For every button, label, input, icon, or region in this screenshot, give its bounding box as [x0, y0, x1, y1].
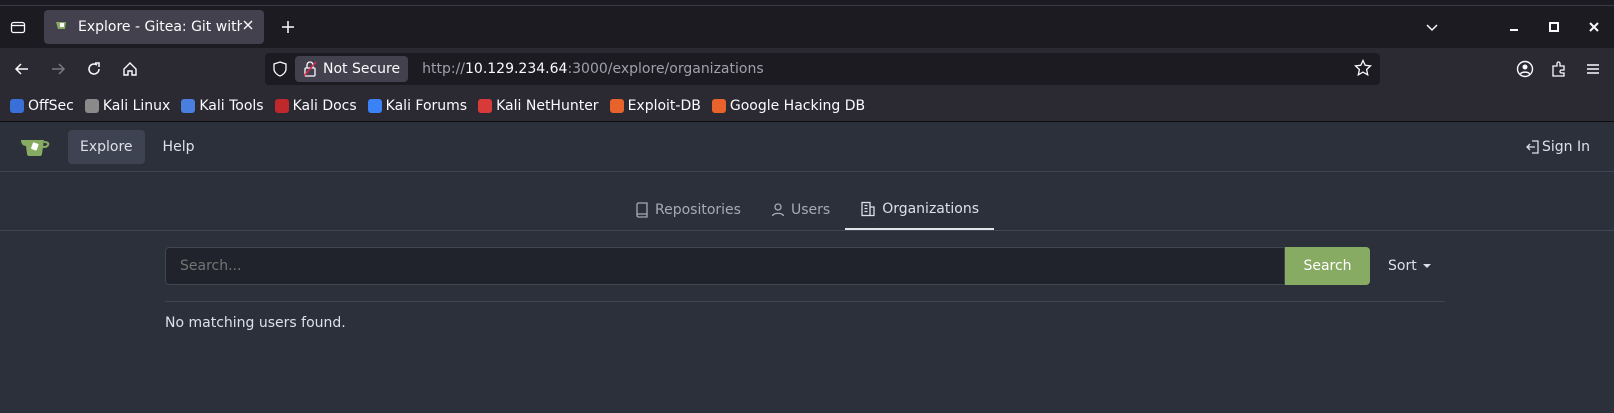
sort-label: Sort	[1388, 258, 1417, 274]
extensions-icon[interactable]	[1542, 53, 1576, 85]
toolbar-right	[1508, 53, 1614, 85]
browser-tab-bar: Explore - Gitea: Git with a	[0, 6, 1614, 48]
close-window-icon[interactable]	[1578, 11, 1610, 43]
tab-close-icon[interactable]	[242, 19, 254, 35]
empty-results-message: No matching users found.	[165, 315, 346, 331]
gitea-favicon-icon	[54, 17, 70, 37]
search-row: Search	[165, 247, 1370, 285]
tab-overflow-chevron-icon[interactable]	[1416, 11, 1448, 43]
tab-organizations-label: Organizations	[882, 201, 979, 217]
tab-repositories[interactable]: Repositories	[620, 190, 756, 230]
bookmark-kali-forums[interactable]: Kali Forums	[367, 97, 468, 114]
person-icon	[771, 203, 785, 217]
url-text[interactable]: http://10.129.234.64:3000/explore/organi…	[422, 61, 764, 77]
reload-icon[interactable]	[78, 53, 110, 85]
nav-explore[interactable]: Explore	[68, 129, 145, 164]
bookmark-label: Google Hacking DB	[729, 97, 866, 114]
search-button[interactable]: Search	[1285, 247, 1370, 285]
insecure-lock-icon	[303, 61, 317, 77]
window-controls	[1408, 6, 1614, 48]
kali-docs-icon	[274, 98, 289, 113]
tab-users[interactable]: Users	[756, 190, 845, 230]
minimize-icon[interactable]	[1498, 11, 1530, 43]
bookmark-label: Kali Docs	[292, 97, 357, 114]
organization-icon	[861, 201, 875, 217]
exploit-db-icon	[609, 98, 624, 113]
bookmark-label: Kali Linux	[102, 97, 171, 114]
kali-forums-icon	[367, 98, 382, 113]
sign-in-icon	[1526, 139, 1540, 155]
bookmark-kali-tools[interactable]: Kali Tools	[181, 97, 264, 114]
gitea-navbar: Explore Help Sign In	[0, 122, 1614, 172]
bookmark-google-hacking-db[interactable]: Google Hacking DB	[711, 97, 866, 114]
bookmark-kali-linux[interactable]: Kali Linux	[84, 97, 171, 114]
new-tab-icon[interactable]	[272, 11, 304, 43]
nethunter-icon	[478, 98, 493, 113]
url-path: :3000/explore/organizations	[567, 61, 764, 77]
kali-tools-icon	[181, 98, 196, 113]
offsec-icon	[10, 98, 24, 113]
url-bar[interactable]: Not Secure http://10.129.234.64:3000/exp…	[265, 53, 1380, 85]
tab-organizations[interactable]: Organizations	[845, 190, 994, 230]
bookmark-label: Exploit-DB	[627, 97, 701, 114]
bookmark-kali-docs[interactable]: Kali Docs	[274, 97, 357, 114]
browser-nav-bar: Not Secure http://10.129.234.64:3000/exp…	[0, 48, 1614, 90]
bookmark-exploit-db[interactable]: Exploit-DB	[609, 97, 701, 114]
ghdb-icon	[711, 98, 726, 113]
bookmark-label: Kali Tools	[199, 97, 264, 114]
url-host: 10.129.234.64	[465, 61, 568, 77]
forward-arrow-icon[interactable]	[42, 53, 74, 85]
repo-icon	[636, 202, 648, 218]
gitea-logo-icon[interactable]	[20, 135, 50, 159]
explore-tabs: Repositories Users Organizations	[0, 172, 1614, 231]
bookmark-star-icon[interactable]	[1354, 58, 1372, 81]
explore-content: Search Sort No matching users found.	[0, 231, 1614, 408]
not-secure-label: Not Secure	[323, 61, 401, 77]
bookmark-kali-nethunter[interactable]: Kali NetHunter	[478, 97, 599, 114]
hamburger-menu-icon[interactable]	[1576, 53, 1610, 85]
bookmark-offsec[interactable]: OffSec	[10, 98, 74, 114]
sort-dropdown[interactable]: Sort	[1388, 258, 1431, 274]
url-prefix: http://	[422, 61, 465, 77]
bookmark-label: Kali NetHunter	[496, 97, 599, 114]
maximize-icon[interactable]	[1538, 11, 1570, 43]
tab-repositories-label: Repositories	[655, 202, 741, 218]
search-input[interactable]	[165, 247, 1285, 285]
account-icon[interactable]	[1508, 53, 1542, 85]
results-divider	[165, 301, 1445, 302]
tab-title: Explore - Gitea: Git with a	[78, 19, 242, 35]
bookmark-label: OffSec	[28, 97, 74, 114]
not-secure-badge[interactable]: Not Secure	[295, 56, 409, 82]
sign-in-label: Sign In	[1542, 138, 1590, 155]
home-icon[interactable]	[114, 53, 146, 85]
sign-in-link[interactable]: Sign In	[1526, 139, 1590, 155]
tracking-shield-icon[interactable]	[265, 61, 295, 77]
bookmark-label: Kali Forums	[385, 97, 468, 114]
caret-down-icon	[1422, 263, 1431, 269]
browser-tab-active[interactable]: Explore - Gitea: Git with a	[44, 10, 264, 44]
tab-list-icon[interactable]	[0, 9, 36, 45]
bookmarks-bar: OffSec Kali Linux Kali Tools Kali Docs K…	[0, 90, 1614, 122]
tab-users-label: Users	[790, 202, 831, 218]
nav-help[interactable]: Help	[151, 130, 207, 164]
back-arrow-icon[interactable]	[6, 53, 38, 85]
kali-dragon-icon	[84, 98, 99, 113]
